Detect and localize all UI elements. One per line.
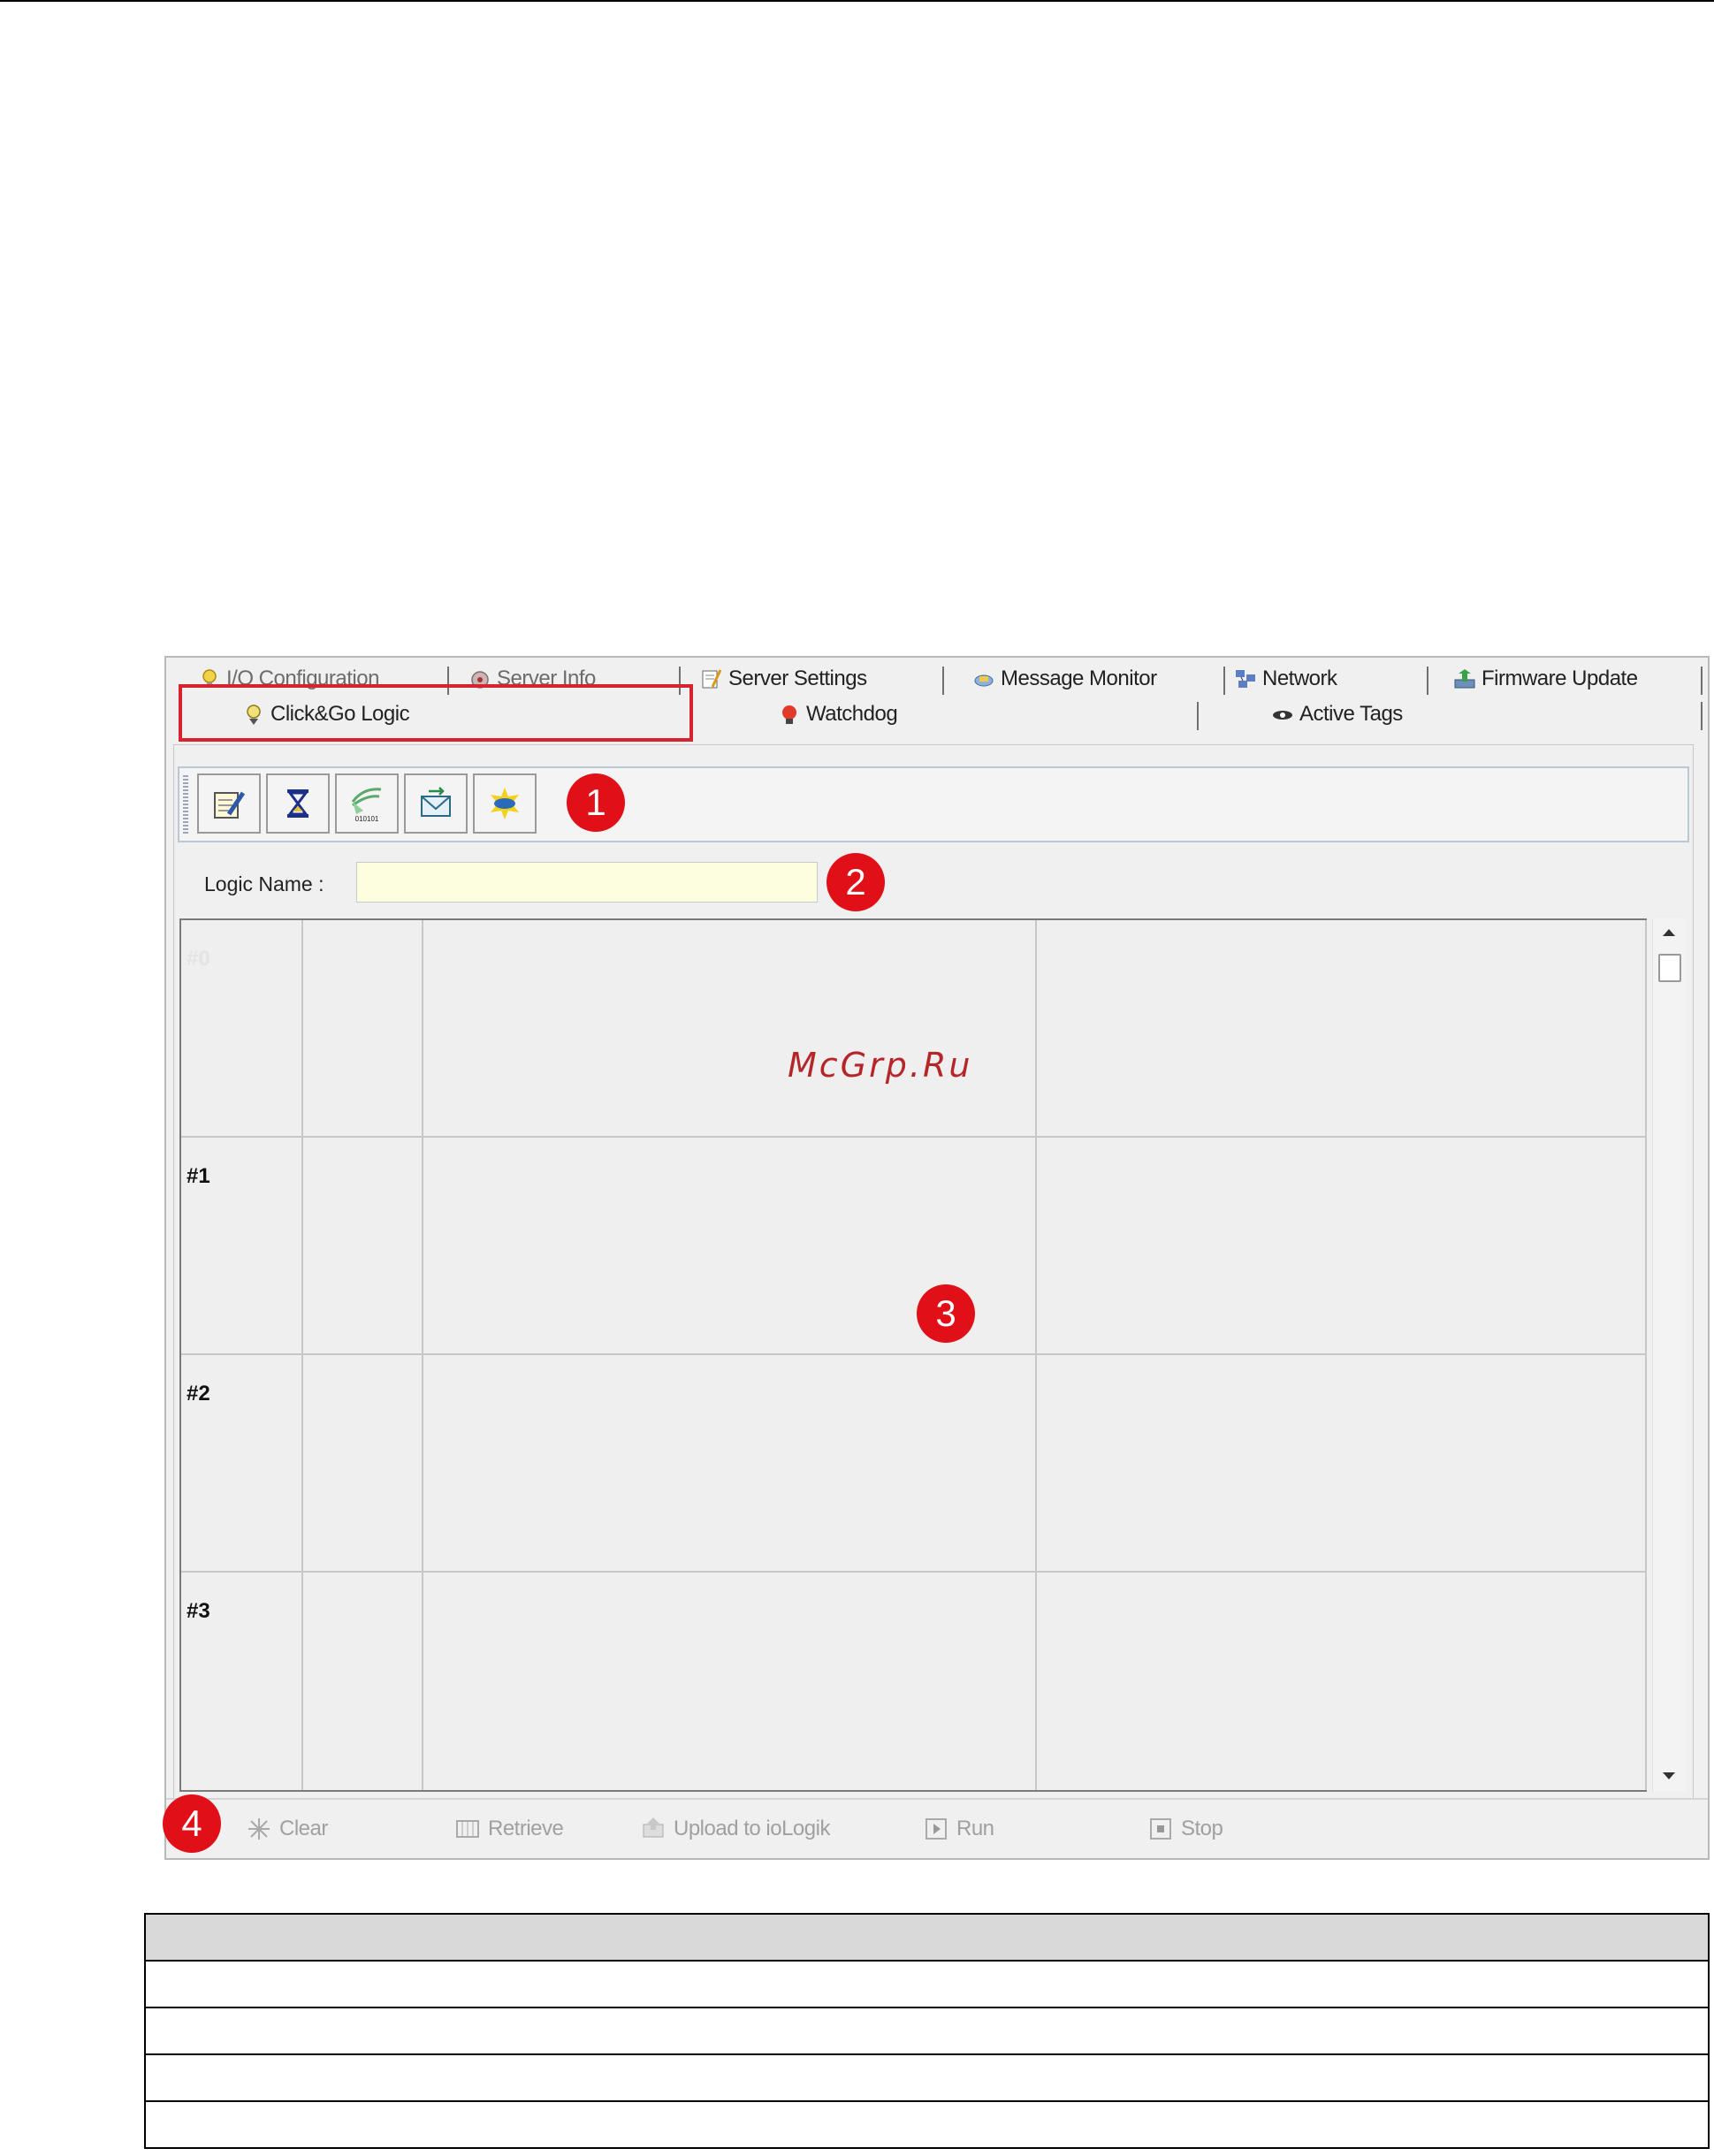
snmp-trap-button[interactable] (473, 773, 537, 834)
tab-separator (1197, 702, 1199, 730)
run-label: Run (956, 1817, 994, 1840)
toolbar-grip[interactable] (183, 775, 188, 834)
edit-icon (214, 791, 246, 819)
table-cell (144, 2007, 1710, 2055)
active-tags-icon (1271, 703, 1294, 726)
tab-watchdog[interactable]: Watchdog (778, 697, 898, 732)
grid-column-divider (1645, 920, 1647, 1790)
callout-badge-2: 2 (827, 853, 885, 911)
timer-icon (287, 789, 309, 818)
tab-label: Server Settings (728, 667, 867, 690)
table-row (144, 1960, 1710, 2008)
tab-firmware-update[interactable]: Firmware Update (1453, 661, 1638, 697)
retrieve-icon (454, 1816, 481, 1842)
upload-label: Upload to ioLogik (674, 1817, 830, 1840)
firmware-update-icon (1453, 667, 1476, 690)
binary-signal-icon: 010101 (351, 788, 382, 823)
callout-badge-4: 4 (163, 1794, 221, 1853)
tab-message-monitor[interactable]: Message Monitor (972, 661, 1157, 697)
description-table (144, 1913, 1710, 2149)
edit-button[interactable] (197, 773, 261, 834)
grid-column-divider (422, 920, 423, 1790)
table-header-cell (144, 1913, 1710, 1962)
logic-action-bar: 4 Clear Retrieve Upload to ioLogik Run S… (163, 1794, 1708, 1856)
retrieve-button[interactable]: Retrieve (454, 1816, 564, 1842)
upload-button[interactable]: Upload to ioLogik (640, 1816, 830, 1842)
tab-label: Watchdog (806, 702, 898, 726)
table-cell (144, 1960, 1710, 2008)
table-header-row (144, 1913, 1710, 1962)
clear-button[interactable]: Clear (246, 1816, 328, 1842)
grid-row-divider (181, 1136, 1645, 1138)
scroll-thumb[interactable] (1658, 954, 1681, 982)
server-settings-icon (700, 667, 723, 690)
grid-row-label[interactable]: #1 (187, 1164, 210, 1189)
selected-tab-highlight (179, 684, 693, 742)
grid-row-label[interactable]: #0 (187, 947, 210, 971)
click-go-logic-panel: 010101 1 Logic Name : 2 #0 #1 #2 #3 McGr… (173, 744, 1694, 1825)
table-row (144, 2100, 1710, 2149)
timer-button[interactable] (266, 773, 330, 834)
snmp-trap-icon (491, 788, 519, 819)
stop-icon (1147, 1816, 1174, 1842)
grid-column-divider (1035, 920, 1037, 1790)
grid-vertical-scrollbar[interactable] (1652, 918, 1686, 1792)
tab-network[interactable]: Network (1234, 661, 1337, 697)
table-row (144, 2053, 1710, 2102)
grid-row-label[interactable]: #2 (187, 1382, 210, 1406)
message-monitor-icon (972, 667, 995, 690)
iologik-config-window: I/O Configuration Server Info Server Set… (163, 656, 1710, 1860)
logic-name-row: Logic Name : 2 (174, 851, 1693, 915)
page-top-rule (0, 0, 1714, 2)
callout-badge-1: 1 (567, 773, 625, 832)
scroll-up-arrow-icon[interactable] (1663, 929, 1675, 936)
clear-label: Clear (279, 1817, 328, 1840)
grid-row-label[interactable]: #3 (187, 1599, 210, 1624)
network-icon (1234, 667, 1257, 690)
grid-row-divider (181, 1571, 1645, 1573)
stop-label: Stop (1181, 1817, 1223, 1840)
callout-badge-3: 3 (917, 1284, 975, 1343)
tab-separator (1701, 667, 1703, 695)
clear-icon (246, 1816, 272, 1842)
tab-separator (942, 667, 944, 695)
stop-button[interactable]: Stop (1147, 1816, 1223, 1842)
email-button[interactable] (404, 773, 468, 834)
tab-server-settings[interactable]: Server Settings (700, 661, 867, 697)
tab-label: Active Tags (1299, 702, 1403, 726)
watermark-text: McGrp.Ru (788, 1046, 973, 1085)
run-icon (923, 1816, 949, 1842)
table-cell (144, 2100, 1710, 2149)
upload-icon (640, 1816, 667, 1842)
retrieve-label: Retrieve (488, 1817, 564, 1840)
scroll-down-arrow-icon[interactable] (1663, 1772, 1675, 1779)
tab-strip: I/O Configuration Server Info Server Set… (166, 658, 1708, 742)
logic-toolbar: 010101 1 (178, 766, 1689, 842)
tab-label: Network (1262, 667, 1337, 690)
logic-name-label: Logic Name : (204, 872, 324, 895)
grid-row-divider (181, 1353, 1645, 1355)
tab-separator (1223, 667, 1225, 695)
grid-column-divider (301, 920, 303, 1790)
logic-name-input[interactable] (356, 862, 818, 903)
tab-separator (1427, 667, 1428, 695)
tab-active-tags[interactable]: Active Tags (1271, 697, 1403, 732)
email-icon (421, 787, 451, 817)
tab-label: Firmware Update (1482, 667, 1638, 690)
binary-signal-button[interactable]: 010101 (335, 773, 399, 834)
table-row (144, 2007, 1710, 2055)
tab-separator (1701, 702, 1703, 730)
watchdog-icon (778, 703, 801, 726)
logic-rules-grid: #0 #1 #2 #3 McGrp.Ru 3 (179, 918, 1647, 1792)
svg-text:010101: 010101 (355, 815, 379, 823)
run-button[interactable]: Run (923, 1816, 994, 1842)
tab-label: Message Monitor (1001, 667, 1157, 690)
table-cell (144, 2053, 1710, 2102)
